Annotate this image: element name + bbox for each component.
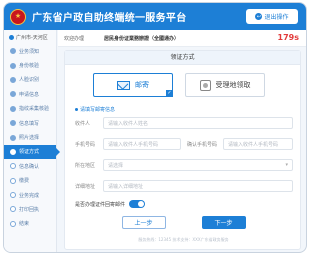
sidebar-step-item: 结束 [4, 217, 56, 231]
sidebar-step-item: 业务完成 [4, 188, 56, 202]
phone-input[interactable]: 请输入收件人手机号码 [103, 138, 181, 150]
region-select[interactable]: 请选择 ▾ [103, 159, 293, 171]
sidebar-step-item: 申请信息 [4, 87, 56, 101]
region-row: 所在地区 请选择 ▾ [75, 159, 293, 171]
business-info-bar: 欢迎办理 居民身份证業務辦證（全國通办） 179s [58, 30, 306, 47]
confirm-phone-label: 确认手机号码 [187, 141, 218, 148]
step-status-icon [10, 220, 16, 227]
previous-step-button[interactable]: 上一步 [121, 216, 166, 229]
sidebar-step-label: 指纹采集核验 [19, 106, 50, 113]
sidebar-step-item: 信息确认 [4, 159, 56, 173]
panel-title: 领证方式 [65, 51, 300, 65]
selected-check-icon: ✓ [166, 90, 173, 97]
recipient-row: 收件人 请输入收件人姓名 [75, 117, 293, 129]
sidebar-step-label: 申请信息 [19, 91, 40, 98]
return-mail-toggle-label: 是否办理证件回寄邮件 [75, 201, 126, 208]
step-status-icon [10, 134, 16, 141]
business-name: 居民身份证業務辦證（全國通办） [104, 35, 180, 42]
sidebar-step-item: 业务须知 [4, 44, 56, 58]
sidebar-step-item: 人脸识别 [4, 73, 56, 87]
step-status-icon [10, 192, 16, 199]
sidebar-step-label: 领证方式 [19, 149, 40, 156]
return-mail-toggle-row: 是否办理证件回寄邮件 [75, 200, 146, 208]
sidebar-step-item: 指纹采集核验 [4, 102, 56, 116]
step-status-icon [10, 177, 16, 184]
sidebar-step-label: 身份核验 [19, 63, 40, 70]
sidebar-step-item: 缴费 [4, 174, 56, 188]
sidebar-step-label: 缴费 [19, 178, 30, 185]
mail-icon [117, 80, 130, 90]
sidebar-step-item: 打印回执 [4, 202, 56, 216]
police-emblem-icon: ★ [10, 8, 26, 25]
step-status-icon [10, 120, 16, 127]
app-header: ★ 广东省户政自助终端统一服务平台 ↩ 退出操作 [4, 3, 306, 30]
pickup-method-panel: 领证方式 邮寄 ✓ 受理地领取 请填写邮寄信息 收件人 请输入收件人姓名 手机号… [64, 50, 301, 250]
sidebar-step-label: 业务完成 [19, 192, 40, 199]
sidebar-step-label: 信息填写 [19, 120, 40, 127]
step-status-icon [10, 206, 16, 213]
confirm-phone-input[interactable]: 请输入收件人手机号码 [223, 138, 293, 150]
main-content: 欢迎办理 居民身份证業務辦證（全國通办） 179s 领证方式 邮寄 ✓ 受理地领… [58, 30, 306, 252]
sidebar-step-label: 结束 [19, 221, 30, 228]
address-input[interactable]: 请输入详细地址 [103, 180, 293, 192]
phone-row: 手机号码 请输入收件人手机号码 确认手机号码 请输入收件人手机号码 [75, 138, 293, 150]
sidebar-step-label: 业务须知 [19, 48, 40, 55]
return-mail-toggle[interactable] [129, 200, 146, 208]
app-title: 广东省户政自助终端统一服务平台 [32, 13, 187, 24]
step-status-icon [10, 48, 16, 55]
sidebar-step-label: 人脸识别 [19, 77, 40, 84]
region-select-value: 请选择 [108, 162, 124, 169]
sidebar-step-item: 领证方式 [4, 144, 60, 160]
footer-note: 服务热线：12345 技术支持：XXX广东省政务服务 [138, 237, 229, 242]
method-mail-option[interactable]: 邮寄 ✓ [93, 73, 173, 97]
recipient-label: 收件人 [75, 120, 91, 127]
device-frame: ★ 广东省户政自助终端统一服务平台 ↩ 退出操作 广州市-天河区 业务须知身份核… [3, 2, 307, 253]
pickup-site-icon [199, 79, 211, 91]
sidebar-step-item: 照片选择 [4, 130, 56, 144]
sidebar-step-label: 打印回执 [19, 206, 40, 213]
phone-label: 手机号码 [75, 141, 96, 148]
method-mail-label: 邮寄 [135, 81, 149, 89]
exit-button-label: 退出操作 [264, 14, 289, 21]
step-status-icon [10, 163, 16, 170]
sidebar-step-item: 信息填写 [4, 116, 56, 130]
step-status-icon [10, 105, 16, 112]
method-options: 邮寄 ✓ 受理地领取 [93, 73, 265, 97]
recipient-input[interactable]: 请输入收件人姓名 [103, 117, 293, 129]
address-row: 详细地址 请输入详细地址 [75, 180, 293, 192]
step-status-icon [10, 62, 16, 69]
sidebar-step-label: 照片选择 [19, 135, 40, 142]
section-heading: 请填写邮寄信息 [75, 106, 115, 113]
location-indicator: 广州市-天河区 [4, 30, 56, 44]
method-pickup-label: 受理地领取 [215, 81, 251, 89]
sidebar-step-label: 信息确认 [19, 163, 40, 170]
sidebar-step-item: 身份核验 [4, 58, 56, 72]
address-label: 详细地址 [75, 183, 96, 190]
method-pickup-option[interactable]: 受理地领取 [185, 73, 265, 97]
countdown-timer: 179s [277, 33, 299, 42]
welcome-label: 欢迎办理 [64, 35, 85, 42]
section-heading-text: 请填写邮寄信息 [80, 107, 116, 113]
step-status-icon [10, 91, 16, 98]
region-label: 所在地区 [75, 162, 96, 169]
step-status-icon [10, 76, 16, 83]
step-status-icon [10, 148, 16, 155]
exit-icon: ↩ [255, 13, 263, 20]
location-pin-icon [9, 34, 14, 40]
chevron-down-icon: ▾ [285, 162, 288, 168]
location-label: 广州市-天河区 [16, 34, 48, 41]
step-sidebar: 广州市-天河区 业务须知身份核验人脸识别申请信息指纹采集核验 信息填写照片选择领证… [4, 30, 60, 252]
next-step-button[interactable]: 下一步 [201, 216, 246, 229]
section-bullet-icon [75, 108, 78, 111]
nav-buttons: 上一步 下一步 [65, 216, 302, 229]
exit-button[interactable]: ↩ 退出操作 [246, 9, 298, 24]
